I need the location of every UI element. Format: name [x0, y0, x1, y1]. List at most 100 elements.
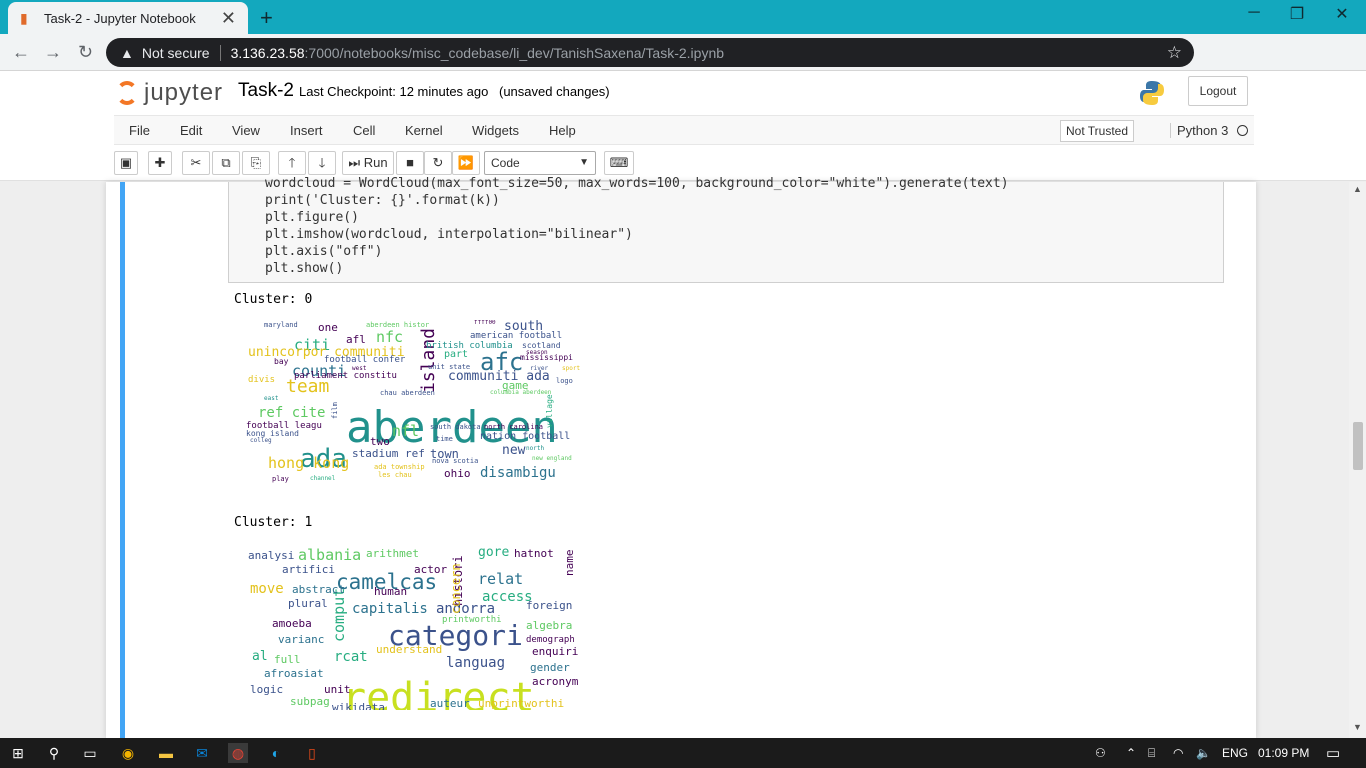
- wordcloud-word: part: [444, 349, 469, 360]
- wordcloud-word: sport: [562, 365, 580, 372]
- paint-icon[interactable]: ◉: [118, 743, 138, 763]
- mail-icon[interactable]: ✉: [192, 743, 212, 763]
- arrow-down-icon: 🡓: [318, 155, 326, 170]
- file-explorer-icon[interactable]: ▬: [156, 743, 176, 763]
- search-icon[interactable]: ⚲: [44, 743, 64, 763]
- wordcloud-word: nation football: [480, 431, 571, 442]
- wordcloud-word: ohio: [444, 467, 471, 480]
- tab-close-button[interactable]: ✕: [221, 8, 236, 29]
- move-down-button[interactable]: 🡓: [308, 151, 336, 175]
- save-button[interactable]: ▣: [114, 151, 138, 175]
- menu-edit[interactable]: Edit: [180, 123, 202, 138]
- wordcloud-word: new england: [532, 455, 572, 462]
- paste-button[interactable]: ⎘: [242, 151, 270, 175]
- restore-icon[interactable]: ❐: [1277, 4, 1317, 24]
- notebook-name[interactable]: Task-2: [238, 80, 294, 102]
- restart-icon: ↻: [432, 155, 444, 170]
- bookmark-star-icon[interactable]: ☆: [1167, 43, 1182, 63]
- wordcloud-word: understand: [376, 643, 443, 656]
- menu-view[interactable]: View: [232, 123, 260, 138]
- wordcloud-word: parliament constitu: [294, 371, 397, 381]
- save-icon: ▣: [119, 155, 133, 170]
- office-icon[interactable]: ▯: [302, 743, 322, 763]
- wordcloud-word: auteur: [430, 697, 470, 710]
- language-indicator[interactable]: ENG: [1222, 746, 1248, 760]
- jupyter-header: jupyter Task-2 Last Checkpoint: 12 minut…: [0, 71, 1366, 181]
- checkpoint-time: 12 minutes ago: [399, 84, 489, 99]
- interrupt-button[interactable]: ■: [396, 151, 424, 175]
- reload-icon[interactable]: ↻: [78, 42, 93, 63]
- wordcloud-word: channel: [310, 475, 336, 482]
- people-icon[interactable]: ⚇: [1095, 746, 1106, 760]
- network-icon[interactable]: ⌸: [1148, 746, 1155, 761]
- menu-kernel[interactable]: Kernel: [405, 123, 443, 138]
- menu-cell[interactable]: Cell: [353, 123, 375, 138]
- notification-icon[interactable]: ▭: [1326, 744, 1340, 762]
- scrollbar-thumb[interactable]: [1353, 422, 1363, 470]
- wordcloud-cluster-0: aberdeen ada afc island team counti citi nfc nfl…: [240, 320, 580, 488]
- insert-cell-button[interactable]: ✚: [148, 151, 172, 175]
- unsaved-changes: (unsaved changes): [499, 84, 610, 99]
- wordcloud-word: north carolina: [484, 423, 544, 431]
- new-tab-button[interactable]: +: [260, 5, 273, 31]
- page-scrollbar[interactable]: ▲ ▼: [1349, 182, 1366, 738]
- wordcloud-word: disambigu: [480, 465, 556, 481]
- code-cell-input[interactable]: wordcloud = WordCloud(max_font_size=50, …: [228, 176, 1224, 283]
- copy-button[interactable]: ⧉: [212, 151, 240, 175]
- chrome-icon[interactable]: ◍: [228, 743, 248, 763]
- wordcloud-word: nfc: [376, 328, 404, 346]
- jupyter-logo[interactable]: jupyter: [116, 79, 223, 107]
- wordcloud-word: ref cite: [258, 405, 326, 421]
- wordcloud-word: colleg: [250, 437, 272, 444]
- windows-start-icon[interactable]: ⊞: [8, 743, 28, 763]
- wordcloud-word: south dakota: [430, 423, 481, 431]
- code-line: plt.figure(): [265, 210, 359, 225]
- menu-widgets[interactable]: Widgets: [472, 123, 519, 138]
- command-palette-button[interactable]: ⌨: [604, 151, 634, 175]
- step-forward-icon: ⏭: [348, 155, 361, 170]
- menu-help[interactable]: Help: [549, 123, 576, 138]
- move-up-button[interactable]: 🡑: [278, 151, 306, 175]
- wordcloud-word: hatnot: [514, 547, 554, 560]
- windows-taskbar: ⊞ ⚲ ▭ ◉ ▬ ✉ ◍ ◐ ▯ ⚇ ⌃ ⌸ ◠ 🔈 ENG 01:09 PM…: [0, 738, 1366, 768]
- code-line: print('Cluster: {}'.format(k)): [265, 193, 500, 208]
- browser-tab[interactable]: ▮ Task-2 - Jupyter Notebook ✕: [8, 2, 248, 34]
- cell-type-value: Code: [491, 156, 520, 170]
- minimize-icon[interactable]: ─: [1234, 4, 1274, 22]
- wordcloud-word: artifici: [282, 563, 335, 576]
- back-icon[interactable]: ←: [12, 42, 30, 63]
- wordcloud-word: film: [331, 401, 339, 419]
- close-window-icon[interactable]: ✕: [1322, 4, 1362, 24]
- menu-file[interactable]: File: [129, 123, 150, 138]
- scroll-down-icon[interactable]: ▼: [1353, 722, 1362, 732]
- restart-button[interactable]: ↻: [424, 151, 452, 175]
- address-bar[interactable]: ▲ Not secure 3.136.23.58 :7000/notebooks…: [106, 38, 1194, 67]
- restart-run-all-button[interactable]: ⏩: [452, 151, 480, 175]
- cut-button[interactable]: ✂: [182, 151, 210, 175]
- wordcloud-word: move: [250, 581, 284, 597]
- cell-type-select[interactable]: Code ▼: [484, 151, 596, 175]
- keyboard-icon: ⌨: [609, 155, 629, 170]
- wifi-icon[interactable]: ◠: [1173, 746, 1183, 760]
- wordcloud-word: access: [482, 589, 533, 605]
- wordcloud-word: rcat: [334, 649, 368, 665]
- plus-icon: ✚: [154, 155, 166, 170]
- kernel-idle-indicator-icon: [1237, 125, 1248, 136]
- warning-icon: ▲: [120, 44, 134, 61]
- menu-insert[interactable]: Insert: [290, 123, 323, 138]
- logout-button[interactable]: Logout: [1188, 76, 1248, 106]
- clock[interactable]: 01:09 PM: [1258, 746, 1309, 760]
- volume-icon[interactable]: 🔈: [1196, 746, 1211, 760]
- edge-icon[interactable]: ◐: [266, 743, 286, 763]
- checkpoint-label: Last Checkpoint:: [299, 84, 396, 99]
- wordcloud-word: afl: [346, 333, 366, 346]
- task-view-icon[interactable]: ▭: [80, 743, 100, 763]
- chevron-up-icon[interactable]: ⌃: [1126, 746, 1136, 760]
- forward-icon[interactable]: →: [44, 42, 62, 63]
- not-trusted-button[interactable]: Not Trusted: [1060, 120, 1134, 142]
- scroll-up-icon[interactable]: ▲: [1353, 184, 1362, 194]
- wordcloud-word: amoeba: [272, 617, 312, 630]
- wordcloud-word: play: [272, 475, 289, 483]
- wordcloud-word: unit state: [428, 363, 471, 371]
- run-button[interactable]: ⏭ Run: [342, 151, 394, 175]
